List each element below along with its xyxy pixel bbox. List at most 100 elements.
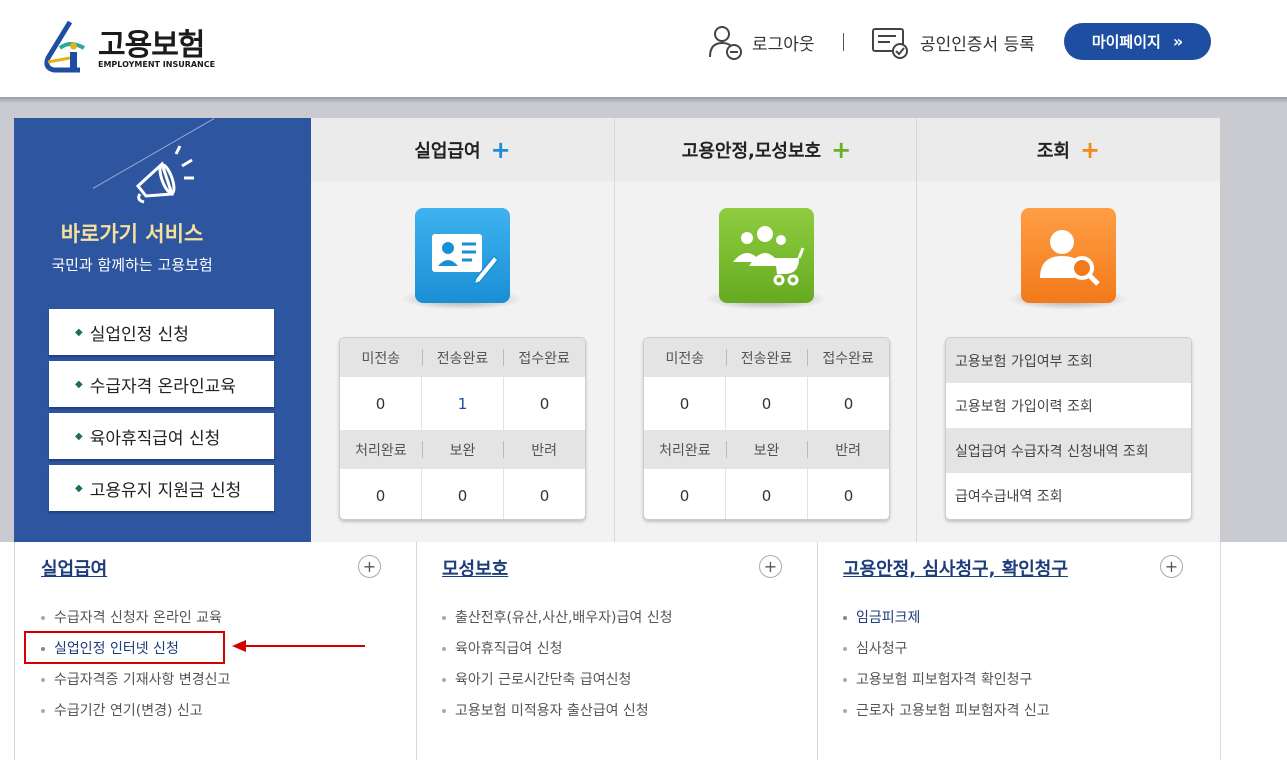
highlight-box [24, 631, 225, 664]
list-item-label: 고용보험 미적용자 출산급여 신청 [455, 703, 649, 719]
list-title-maternity[interactable]: 모성보호 [442, 555, 508, 581]
inquiry-item[interactable]: 고용보험 가입여부 조회 [946, 338, 1191, 383]
certificate-icon [872, 28, 908, 59]
column-header[interactable]: 고용안정,모성보호 + [615, 118, 918, 181]
list-item[interactable]: 수급기간 연기(변경) 신고 [41, 700, 203, 720]
family-glyph [732, 225, 804, 285]
diamond-bullet-icon: ◆ [75, 482, 83, 494]
list-item[interactable]: 수급자격 신청자 온라인 교육 [41, 607, 222, 627]
plus-icon[interactable]: + [831, 136, 851, 164]
megaphone-icon [135, 145, 194, 204]
stat-header-supplement: 보완 [421, 430, 504, 469]
list-item[interactable]: 임금피크제 [843, 607, 920, 627]
mypage-label: 마이페이지 [1091, 33, 1161, 51]
bullet-dot-icon [442, 616, 446, 620]
stat-value[interactable]: 0 [340, 469, 421, 519]
quick-btn-label: 고용유지 지원금 신청 [89, 480, 242, 501]
person-search-glyph [1039, 229, 1100, 286]
list-item-label: 근로자 고용보험 피보험자격 신고 [856, 703, 1050, 719]
stat-value[interactable]: 0 [421, 469, 503, 519]
column-title: 실업급여 [414, 140, 481, 162]
plus-icon[interactable]: + [491, 136, 511, 164]
stat-value[interactable]: 0 [725, 469, 807, 519]
cert-label: 공인인증서 등록 [920, 34, 1035, 55]
list-item[interactable]: 고용보험 미적용자 출산급여 신청 [442, 700, 649, 720]
stat-header-sent: 전송완료 [421, 338, 504, 377]
list-item[interactable]: 근로자 고용보험 피보험자격 신고 [843, 700, 1050, 720]
bullet-dot-icon [843, 709, 847, 713]
quick-btn-unemployment-cert[interactable]: ◆ 실업인정 신청 [49, 309, 274, 355]
stat-header-rejected: 반려 [807, 430, 889, 469]
list-item[interactable]: 육아기 근로시간단축 급여신청 [442, 669, 631, 689]
quick-btn-parental-leave[interactable]: ◆ 육아휴직급여 신청 [49, 413, 274, 459]
quick-btn-label: 육아휴직급여 신청 [89, 428, 221, 449]
header: 고용보험 EMPLOYMENT INSURANCE 로그아웃 공인인증서 등록 … [0, 0, 1287, 97]
bullet-dot-icon [41, 678, 45, 682]
stat-value[interactable]: 0 [644, 469, 725, 519]
diamond-bullet-icon: ◆ [75, 326, 83, 338]
inquiry-item[interactable]: 고용보험 가입이력 조회 [946, 383, 1191, 428]
column-unemployment: 실업급여 + 미전송 전송완료 접수완료 0 1 0 처리완료 보완 반려 0 … [311, 118, 614, 542]
list-item[interactable]: 심사청구 [843, 638, 908, 658]
stat-value[interactable]: 0 [807, 377, 889, 430]
plus-icon[interactable]: + [1080, 136, 1100, 164]
logo[interactable]: 고용보험 EMPLOYMENT INSURANCE [40, 18, 215, 76]
stat-value[interactable]: 0 [644, 377, 725, 430]
double-chevron-right-icon: » [1172, 32, 1184, 51]
column-title: 조회 [1036, 140, 1070, 162]
list-divider [817, 542, 818, 760]
mypage-button[interactable]: 마이페이지 » [1064, 23, 1211, 60]
stat-value[interactable]: 0 [503, 377, 585, 430]
column-header[interactable]: 실업급여 + [311, 118, 614, 181]
stat-value[interactable]: 0 [340, 377, 421, 430]
arrow-left-icon [232, 640, 365, 652]
bullet-dot-icon [843, 616, 847, 620]
inquiry-item[interactable]: 급여수급내역 조회 [946, 473, 1191, 518]
logo-title: 고용보험 [98, 28, 205, 63]
quick-title: 바로가기 서비스 [60, 222, 204, 246]
stat-value[interactable]: 0 [725, 377, 807, 430]
stat-header-sent: 전송완료 [725, 338, 808, 377]
bullet-dot-icon [843, 678, 847, 682]
diamond-bullet-icon: ◆ [75, 430, 83, 442]
inquiry-item[interactable]: 실업급여 수급자격 신청내역 조회 [946, 428, 1191, 473]
plus-circle-icon[interactable]: + [1160, 555, 1183, 578]
list-divider [14, 542, 15, 760]
quick-btn-online-education[interactable]: ◆ 수급자격 온라인교육 [49, 361, 274, 407]
status-table: 미전송 전송완료 접수완료 0 1 0 처리완료 보완 반려 0 0 0 [339, 337, 586, 520]
stat-header-supplement: 보완 [725, 430, 808, 469]
stat-header-not-sent: 미전송 [665, 350, 705, 367]
column-header[interactable]: 조회 + [917, 118, 1220, 181]
quick-btn-employment-subsidy[interactable]: ◆ 고용유지 지원금 신청 [49, 465, 274, 511]
column-employment-maternity: 고용안정,모성보호 + 미전송 전송완료 접수완료 0 0 0 처리완료 보완 … [615, 118, 918, 542]
plus-circle-icon[interactable]: + [759, 555, 782, 578]
stat-header-processed: 처리완료 [659, 442, 711, 459]
quick-btn-label: 수급자격 온라인교육 [89, 376, 236, 397]
stat-value[interactable]: 1 [421, 377, 503, 430]
list-item[interactable]: 육아휴직급여 신청 [442, 638, 563, 658]
list-title-employment-review[interactable]: 고용안정, 심사청구, 확인청구 [843, 555, 1068, 581]
person-search-icon[interactable] [1021, 208, 1116, 303]
list-title-unemployment[interactable]: 실업급여 [41, 555, 107, 581]
list-item-label: 수급기간 연기(변경) 신고 [54, 703, 203, 719]
list-divider [416, 542, 417, 760]
cert-register-link[interactable]: 공인인증서 등록 [870, 22, 1035, 62]
id-card-edit-icon[interactable] [415, 208, 510, 303]
stat-value[interactable]: 0 [807, 469, 889, 519]
bullet-dot-icon [442, 678, 446, 682]
list-item-label: 수급자격 신청자 온라인 교육 [54, 610, 222, 626]
list-item[interactable]: 출산전후(유산,사산,배우자)급여 신청 [442, 607, 672, 627]
list-divider [1220, 542, 1221, 760]
column-inquiry: 조회 + 고용보험 가입여부 조회 고용보험 가입이력 조회 실업급여 수급자격… [917, 118, 1220, 542]
list-item[interactable]: 수급자격증 기재사항 변경신고 [41, 669, 230, 689]
stat-header-received: 접수완료 [807, 338, 889, 377]
list-item[interactable]: 고용보험 피보험자격 확인청구 [843, 669, 1032, 689]
diamond-bullet-icon: ◆ [75, 378, 83, 390]
list-item-label: 육아기 근로시간단축 급여신청 [455, 672, 632, 688]
logo-subtitle: EMPLOYMENT INSURANCE [98, 60, 216, 69]
stat-value[interactable]: 0 [503, 469, 585, 519]
list-item-label: 임금피크제 [856, 610, 921, 626]
family-stroller-icon[interactable] [719, 208, 814, 303]
plus-circle-icon[interactable]: + [358, 555, 381, 578]
logout-link[interactable]: 로그아웃 [706, 22, 815, 62]
